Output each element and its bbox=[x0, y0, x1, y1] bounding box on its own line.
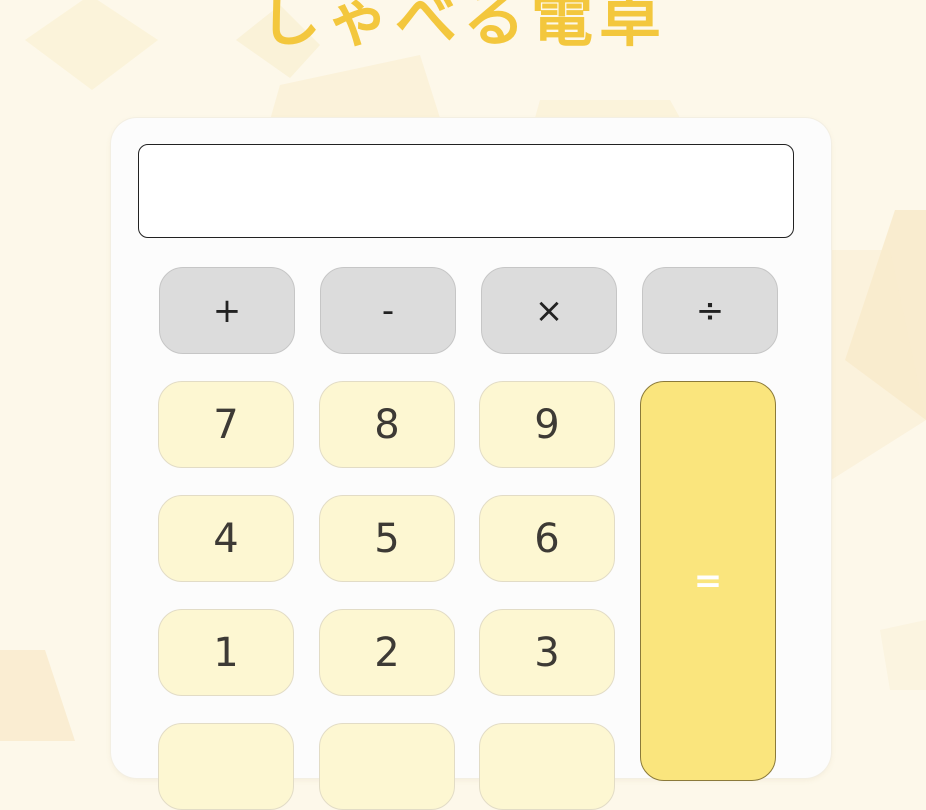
display-field[interactable] bbox=[138, 144, 794, 238]
multiply-button[interactable]: × bbox=[481, 267, 617, 354]
calculator-panel: + - × ÷ 7 8 9 4 5 6 1 2 3 = bbox=[111, 118, 831, 810]
equals-button[interactable]: = bbox=[640, 381, 776, 781]
minus-button[interactable]: - bbox=[320, 267, 456, 354]
digit-2-button[interactable]: 2 bbox=[319, 609, 455, 696]
digit-5-button[interactable]: 5 bbox=[319, 495, 455, 582]
bottom-row-key-2[interactable] bbox=[319, 723, 455, 810]
digit-4-button[interactable]: 4 bbox=[158, 495, 294, 582]
digit-6-button[interactable]: 6 bbox=[479, 495, 615, 582]
app-title: しゃべる電卓 bbox=[258, 0, 667, 55]
digit-7-button[interactable]: 7 bbox=[158, 381, 294, 468]
digit-3-button[interactable]: 3 bbox=[479, 609, 615, 696]
digit-8-button[interactable]: 8 bbox=[319, 381, 455, 468]
digit-1-button[interactable]: 1 bbox=[158, 609, 294, 696]
digit-9-button[interactable]: 9 bbox=[479, 381, 615, 468]
bottom-row-key-1[interactable] bbox=[158, 723, 294, 810]
plus-button[interactable]: + bbox=[159, 267, 295, 354]
divide-button[interactable]: ÷ bbox=[642, 267, 778, 354]
bottom-row-key-3[interactable] bbox=[479, 723, 615, 810]
